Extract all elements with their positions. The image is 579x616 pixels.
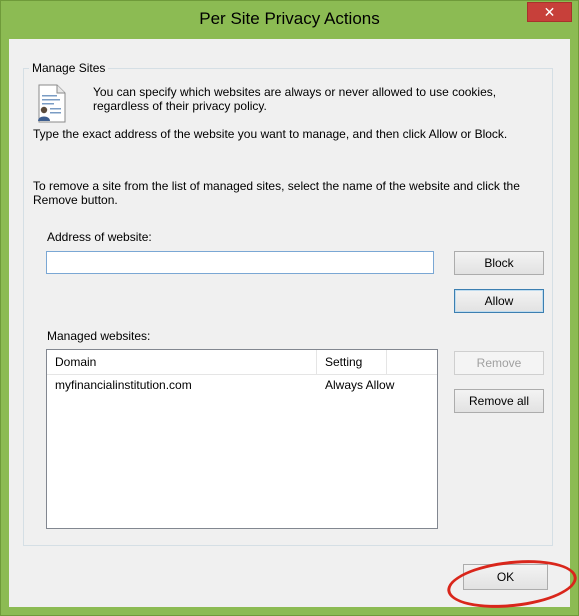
remove-button[interactable]: Remove xyxy=(454,351,544,375)
address-label: Address of website: xyxy=(47,230,152,244)
instructions-add: Type the exact address of the website yo… xyxy=(33,127,508,141)
privacy-document-icon xyxy=(38,84,66,123)
list-item-setting: Always Allow xyxy=(325,378,395,392)
dialog-client-area: Manage Sites You can specify which websi… xyxy=(9,39,579,614)
instructions-remove: To remove a site from the list of manage… xyxy=(33,179,520,207)
close-button[interactable]: ✕ xyxy=(527,2,572,22)
column-header-domain[interactable]: Domain xyxy=(47,350,317,374)
list-item-domain: myfinancialinstitution.com xyxy=(55,378,192,392)
address-input[interactable] xyxy=(46,251,434,274)
managed-websites-list[interactable]: Domain Setting myfinancialinstitution.co… xyxy=(46,349,438,529)
remove-all-button[interactable]: Remove all xyxy=(454,389,544,413)
manage-sites-group-title: Manage Sites xyxy=(29,61,109,75)
title-bar: Per Site Privacy Actions ✕ xyxy=(1,1,578,39)
remove-all-button-label: Remove all xyxy=(468,394,530,408)
remove-button-label: Remove xyxy=(476,356,522,370)
managed-websites-label: Managed websites: xyxy=(47,329,151,343)
column-header-setting[interactable]: Setting xyxy=(317,350,387,374)
dialog-title: Per Site Privacy Actions xyxy=(199,9,380,28)
block-button[interactable]: Block xyxy=(454,251,544,275)
block-button-label: Block xyxy=(484,256,514,270)
allow-button[interactable]: Allow xyxy=(454,289,544,313)
intro-text: You can specify which websites are alway… xyxy=(93,85,497,113)
list-header: Domain Setting xyxy=(47,350,437,375)
allow-button-label: Allow xyxy=(484,294,514,308)
list-item[interactable]: myfinancialinstitution.com Always Allow xyxy=(47,376,437,394)
close-icon: ✕ xyxy=(543,3,556,20)
dialog-window: Per Site Privacy Actions ✕ Manage Sites … xyxy=(0,0,579,616)
